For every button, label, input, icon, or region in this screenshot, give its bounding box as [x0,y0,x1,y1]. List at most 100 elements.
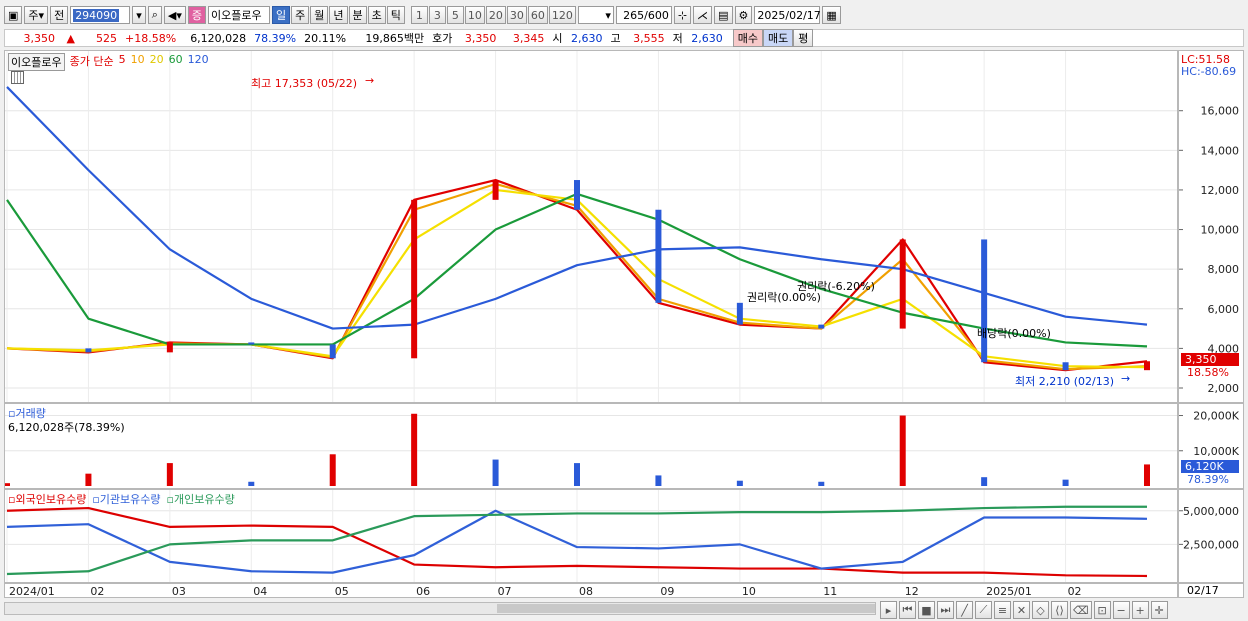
save-icon[interactable]: ▤ [714,6,733,24]
volume-bar [166,463,173,486]
y-tick-label: 5,000,000 [1183,505,1239,518]
y-tick-label: 20,000K [1193,410,1239,423]
price-legend: 이오플로우 종가 단순 5 10 20 60 120 [8,53,209,71]
cross-tool-icon[interactable]: ✕ [1013,601,1030,619]
code-dropdown-icon[interactable]: ▾ [132,6,146,24]
search-icon[interactable]: ⌕ [147,6,162,24]
y-tick-label: 16,000 [1201,105,1240,118]
high-note: 최고 17,353 (05/22) [251,77,358,90]
period-year[interactable]: 년 [329,6,348,24]
low-price: 2,630 [691,31,723,45]
interval-30[interactable]: 30 [506,6,527,24]
crosshair-icon[interactable]: ⊹ [673,6,692,24]
last-pct-tag: 18.58% [1187,366,1229,379]
rewind-icon[interactable]: ⏮ [899,601,916,619]
high-label: 고 [610,32,621,45]
line-tool-icon[interactable]: ╱ [956,601,973,619]
fib-tool-icon[interactable]: ≡ [994,601,1011,619]
volume-bar [1062,479,1069,486]
volume-panel: ▫거래량 6,120,028주(78.39%) [4,403,1178,489]
prev-button[interactable]: 전 [50,6,69,24]
count-field[interactable]: 265/600 [615,6,672,24]
ask-price: 3,350 [464,31,497,45]
candle [411,199,418,359]
sell-button[interactable]: 매도 [762,29,794,47]
fast-forward-icon[interactable]: ⏭ [937,601,954,619]
interval-group: 1 3 5 10 20 30 60 120 [410,6,576,24]
interval-60[interactable]: 60 [527,6,548,24]
period-minute[interactable]: 분 [348,6,367,24]
candle [329,344,336,359]
interval-3[interactable]: 3 [428,6,446,24]
code-input[interactable]: 294090 [70,6,131,24]
volume-value-label: 6,120,028주(78.39%) [8,421,125,434]
quote-bar: 3,350 ▲ 525 +18.58% 6,120,028 78.39% 20.… [4,29,1244,47]
interval-1[interactable]: 1 [410,6,428,24]
eraser-tool-icon[interactable]: ⌫ [1070,601,1092,619]
period-day[interactable]: 일 [272,6,291,24]
trend-tool-icon[interactable]: ⟋ [975,601,992,619]
interval-20[interactable]: 20 [485,6,506,24]
stock-name-field[interactable]: 이오플로우 [208,6,270,24]
gear-icon[interactable]: ⚙ [734,6,753,24]
text-tool-icon[interactable]: ⟨⟩ [1051,601,1068,619]
nav-controls: ▸ ⏮ ■ ⏭ ╱ ⟋ ≡ ✕ ◇ ⟨⟩ ⌫ ⊡ − + ✛ [880,601,1168,619]
trade-amount: 19,865백만 [365,32,425,45]
shape-tool-icon[interactable]: ◇ [1032,601,1049,619]
eval-button[interactable]: 평 [793,29,814,47]
y-tick-label: 10,000 [1201,224,1240,237]
interval-120[interactable]: 120 [548,6,576,24]
y-tick-label: 2,000 [1208,382,1240,395]
interval-custom-select[interactable]: ▾ [577,6,614,24]
type-select[interactable]: 주 ▾ [24,6,49,24]
price-panel: 이오플로우 종가 단순 5 10 20 60 120 최고 17,353 (05… [4,50,1178,403]
low-note: 최저 2,210 (02/13) [1015,375,1115,388]
legend-ma20: 20 [149,53,164,66]
grid-icon[interactable] [11,71,24,84]
volume-bar [981,477,988,486]
volume-bar [736,480,743,486]
speaker-icon[interactable]: ◀▾ [163,6,186,24]
volume-bar [329,454,336,486]
candle [248,342,255,345]
x-tick-label: 03 [172,585,186,597]
turnover-rate: 20.11% [304,31,347,45]
x-tick-label: 11 [823,585,837,597]
buy-button[interactable]: 매수 [732,29,763,47]
candle [574,180,580,210]
period-month[interactable]: 월 [310,6,329,24]
stop-icon[interactable]: ■ [918,601,935,619]
zoom-in-icon[interactable]: + [1131,601,1149,619]
scrollbar-thumb[interactable] [497,604,875,613]
zoom-fit-icon[interactable]: ⊡ [1093,601,1111,619]
high-price: 3,555 [633,31,665,45]
volume-bar [85,473,92,486]
zoom-out-icon[interactable]: − [1112,601,1130,619]
legend-ma120: 120 [187,53,209,66]
layout-icon[interactable]: ▣ [4,6,23,24]
x-axis-labels: 2024/01 02 03 04 05 06 07 08 09 10 11 12 2025/01 02 [9,585,1082,598]
x-tick-label: 07 [498,585,512,597]
period-week[interactable]: 주 [291,6,310,24]
annotation-rights-2: 권리락(-6.20%) [797,280,875,293]
chart-tool-icon[interactable]: ⋌ [693,6,713,24]
calendar-icon[interactable]: ▦ [822,6,841,24]
crosshair-small-icon[interactable]: ✛ [1150,601,1168,619]
y-tick-label: 12,000 [1201,184,1240,197]
interval-5[interactable]: 5 [446,6,464,24]
period-tick[interactable]: 틱 [386,6,405,24]
period-second[interactable]: 초 [367,6,386,24]
volume-bar [574,463,580,486]
scroll-right-icon[interactable]: ▸ [880,601,897,619]
interval-10[interactable]: 10 [464,6,485,24]
price-change: 525 [96,31,117,45]
scrollbar-track[interactable] [4,602,876,615]
volume-ratio: 78.39% [254,31,297,45]
up-arrow-icon: ▲ [66,31,75,45]
date-field[interactable]: 2025/02/17 [754,6,821,24]
volume-bar [899,415,906,486]
legend-institution: ▫기관보유수량 [92,493,161,506]
candle [85,348,92,353]
candle [655,209,662,303]
y-tick-label: 2,500,000 [1183,538,1239,551]
